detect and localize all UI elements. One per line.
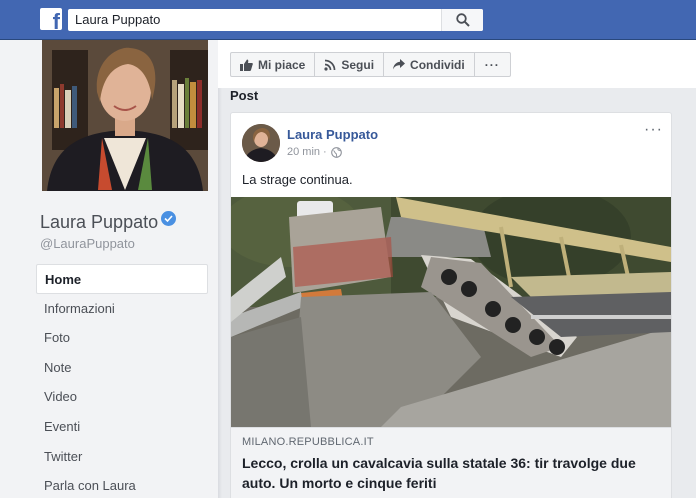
- post-author-name[interactable]: Laura Puppato: [287, 127, 378, 142]
- post-meta: 20 min ·: [287, 146, 342, 158]
- nav-item-note[interactable]: Note: [36, 353, 208, 383]
- column-divider: [218, 88, 222, 498]
- nav-item-eventi[interactable]: Eventi: [36, 412, 208, 442]
- posts-section-title: Post: [230, 88, 259, 103]
- post-image-collapsed-overpass[interactable]: [231, 197, 671, 427]
- post-timestamp[interactable]: 20 min: [287, 146, 320, 158]
- search-value: Laura Puppato: [75, 12, 161, 27]
- post-options-button[interactable]: ···: [644, 121, 663, 139]
- follow-label: Segui: [341, 57, 375, 72]
- top-bar: f Laura Puppato: [0, 0, 696, 40]
- nav-item-twitter[interactable]: Twitter: [36, 442, 208, 472]
- page-action-bar: Mi piace Segui Condividi ···: [230, 52, 511, 77]
- left-column: Laura Puppato @LauraPuppato Home Informa…: [0, 40, 218, 498]
- nav-item-home[interactable]: Home: [36, 264, 208, 294]
- like-label: Mi piace: [258, 57, 306, 72]
- more-actions-button[interactable]: ···: [473, 52, 511, 77]
- link-domain: MILANO.REPUBBLICA.IT: [242, 436, 374, 448]
- link-title[interactable]: Lecco, crolla un cavalcavia sulla statal…: [242, 453, 642, 493]
- nav-item-foto[interactable]: Foto: [36, 323, 208, 353]
- share-label: Condividi: [410, 57, 465, 72]
- search-icon: [456, 13, 470, 27]
- nav-item-parla-con-laura[interactable]: Parla con Laura: [36, 471, 208, 498]
- thumbs-up-icon: [240, 59, 253, 71]
- search-input[interactable]: Laura Puppato: [68, 9, 483, 31]
- post-card: Laura Puppato 20 min · ··· La strage cont…: [230, 112, 672, 498]
- profile-name[interactable]: Laura Puppato: [40, 211, 177, 233]
- share-button[interactable]: Condividi: [383, 52, 475, 77]
- like-button[interactable]: Mi piace: [230, 52, 316, 77]
- nav-item-video[interactable]: Video: [36, 382, 208, 412]
- more-actions-label: ···: [484, 57, 500, 72]
- rss-feed-icon: [324, 59, 336, 71]
- profile-picture[interactable]: [42, 40, 208, 191]
- post-author-avatar[interactable]: [242, 124, 280, 162]
- facebook-logo-icon[interactable]: f: [40, 8, 62, 30]
- share-arrow-icon: [393, 59, 406, 70]
- follow-button[interactable]: Segui: [314, 52, 385, 77]
- profile-name-text: Laura Puppato: [40, 212, 159, 232]
- profile-handle[interactable]: @LauraPuppato: [40, 236, 135, 251]
- post-text: La strage continua.: [242, 172, 353, 187]
- page-nav: Home Informazioni Foto Note Video Eventi…: [36, 264, 208, 498]
- globe-icon: [330, 146, 342, 158]
- search-button[interactable]: [441, 9, 483, 31]
- nav-item-informazioni[interactable]: Informazioni: [36, 294, 208, 324]
- link-preview[interactable]: MILANO.REPUBBLICA.IT Lecco, crolla un ca…: [231, 427, 671, 498]
- verified-badge-icon: [161, 211, 177, 226]
